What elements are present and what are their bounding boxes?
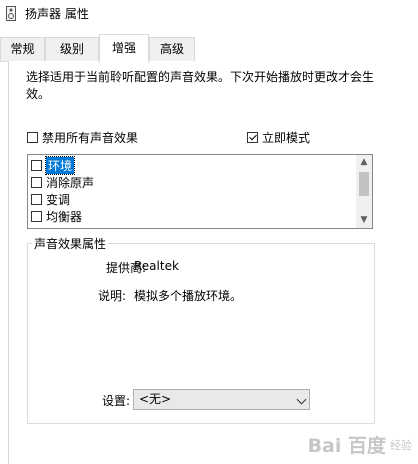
speaker-icon [6,6,16,21]
effect-label: 环境 [44,155,76,175]
effect-checkbox[interactable] [31,159,42,171]
disable-all-label: 禁用所有声音效果 [42,130,139,145]
watermark-sub: 经验 [390,438,412,452]
scroll-up-icon[interactable]: ▲ [356,155,372,170]
title-bar: 扬声器 属性 [0,0,418,28]
provider-value: Realtek [134,259,179,273]
effect-checkbox[interactable] [31,176,42,188]
window-title: 扬声器 属性 [25,7,89,21]
tab-advanced[interactable]: 高级 [149,37,195,61]
effect-description-label: 说明: [97,289,126,303]
list-scrollbar[interactable]: ▲ ▼ [356,155,372,228]
disable-all-checkbox-box[interactable] [27,131,38,143]
effect-description-value: 模拟多个播放环境。 [134,289,243,303]
list-item-voice-cancel[interactable]: 消除原声 [31,174,94,190]
effect-label: 均衡器 [46,209,83,224]
effect-properties-title: 声音效果属性 [32,235,109,252]
list-item-environment[interactable]: 环境 [31,155,76,175]
effect-checkbox[interactable] [31,210,42,222]
watermark-logo-text: Bai 百度 [307,435,386,457]
watermark-logo: Bai 百度 [308,431,386,458]
immediate-mode-checkbox[interactable]: 立即模式 [247,129,310,145]
setting-label: 设置: [101,394,130,408]
immediate-mode-label: 立即模式 [262,130,311,145]
tab-strip: 常规 级别 增强 高级 [0,34,418,63]
scroll-down-icon[interactable]: ▼ [356,213,372,228]
effect-label: 消除原声 [46,175,95,190]
effect-checkbox[interactable] [31,193,42,205]
scroll-thumb[interactable] [359,172,369,196]
immediate-mode-checkbox-box[interactable] [247,131,258,143]
enhancements-description: 选择适用于当前聆听配置的声音效果。下次开始播放时更改才会生效。 [26,70,375,101]
setting-value: <无> [139,392,172,406]
tab-general[interactable]: 常规 [0,37,45,61]
effect-label: 变调 [46,192,71,207]
disable-all-effects-checkbox[interactable]: 禁用所有声音效果 [27,129,138,145]
tab-enhancements[interactable]: 增强 [99,34,149,63]
chevron-down-icon [296,394,307,405]
setting-dropdown[interactable]: <无> [133,389,310,410]
list-item-equalizer[interactable]: 均衡器 [31,208,82,224]
tab-levels[interactable]: 级别 [45,37,99,61]
baidu-watermark: Bai 百度 经验 [308,431,412,458]
list-item-pitch-shift[interactable]: 变调 [31,191,70,207]
effects-list[interactable]: 环境 消除原声 变调 均衡器 ▲ ▼ [27,154,373,229]
